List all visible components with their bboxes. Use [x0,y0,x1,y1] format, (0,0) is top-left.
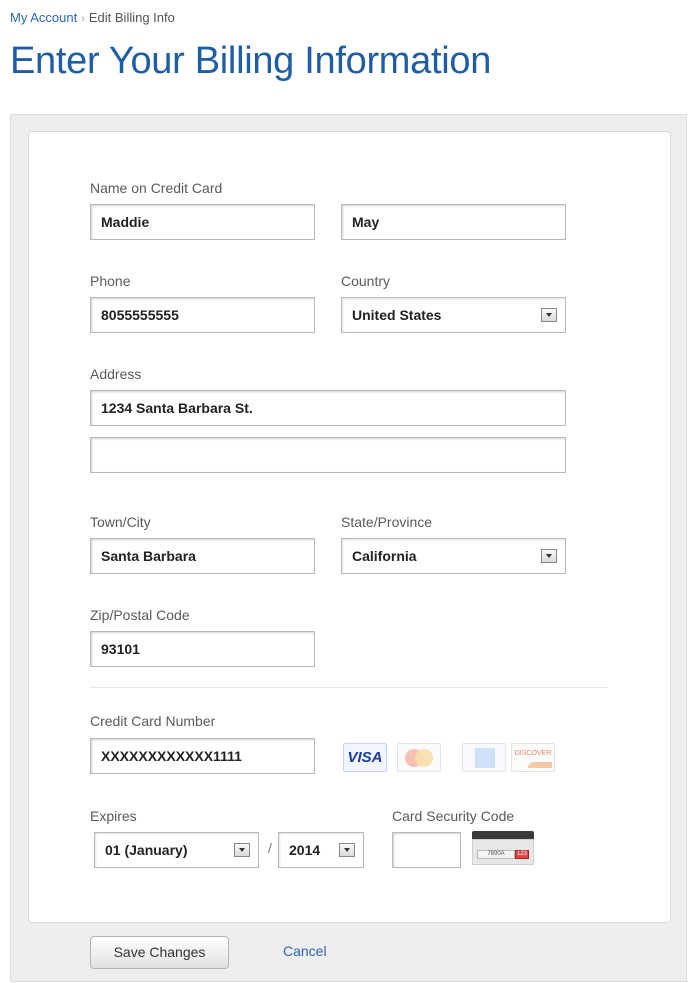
address-label: Address [90,366,142,382]
expires-year-value: 2014 [289,842,321,858]
visa-card-icon: VISA [343,743,387,772]
page-title: Enter Your Billing Information [10,40,492,82]
discover-text: DISCOVER [514,750,552,757]
cvv-strip-text: 7890A [477,850,515,859]
dropdown-arrow-icon [339,843,355,857]
amex-card-icon [462,743,506,772]
visa-text: VISA [347,749,383,766]
section-divider [90,687,608,688]
country-value: United States [352,307,442,323]
expires-month-value: 01 (January) [105,842,188,858]
expires-label: Expires [90,808,137,824]
expires-year-select[interactable]: 2014 [278,832,364,868]
address-line1-input[interactable]: 1234 Santa Barbara St. [90,390,566,426]
state-select[interactable]: California [341,538,566,574]
card-number-label: Credit Card Number [90,713,216,729]
expires-separator: / [268,840,272,856]
security-code-hint-icon: 7890A 123 [472,831,534,865]
cvv-code-text: 123 [515,850,529,859]
cvv-input[interactable] [392,832,461,868]
cvv-label: Card Security Code [392,808,515,824]
country-select[interactable]: United States [341,297,566,333]
expires-month-select[interactable]: 01 (January) [94,832,259,868]
zip-input[interactable]: 93101 [90,631,315,667]
name-label: Name on Credit Card [90,180,223,196]
city-input[interactable]: Santa Barbara [90,538,315,574]
discover-card-icon: DISCOVER [511,743,555,772]
breadcrumb-current: Edit Billing Info [88,10,175,25]
mastercard-card-icon [397,743,441,772]
phone-input[interactable]: 8055555555 [90,297,315,333]
address-line2-input[interactable] [90,437,566,473]
save-changes-button[interactable]: Save Changes [90,936,229,969]
country-label: Country [341,273,391,289]
card-number-input[interactable]: XXXXXXXXXXXX1111 [90,738,315,774]
dropdown-arrow-icon [541,549,557,563]
dropdown-arrow-icon [541,308,557,322]
breadcrumb-separator: › [81,13,85,25]
dropdown-arrow-icon [234,843,250,857]
breadcrumb: My Account › Edit Billing Info [10,10,175,25]
phone-label: Phone [90,273,131,289]
first-name-input[interactable]: Maddie [90,204,315,240]
cancel-link[interactable]: Cancel [283,943,327,959]
last-name-input[interactable]: May [341,204,566,240]
zip-label: Zip/Postal Code [90,607,190,623]
city-label: Town/City [90,514,151,530]
state-label: State/Province [341,514,433,530]
breadcrumb-my-account-link[interactable]: My Account [10,10,77,25]
state-value: California [352,548,417,564]
